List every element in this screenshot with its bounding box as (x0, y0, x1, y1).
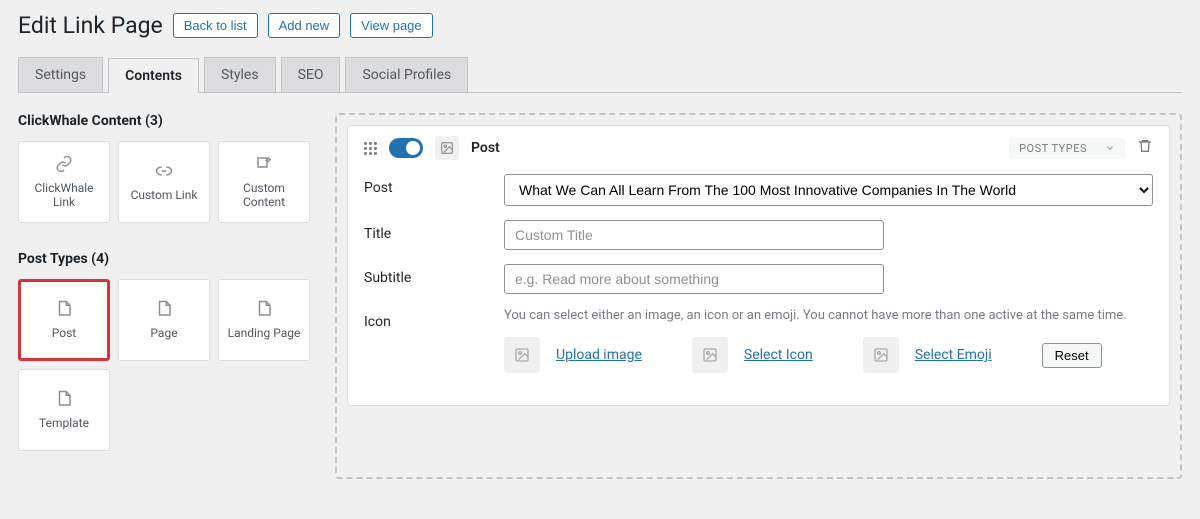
tab-styles[interactable]: Styles (204, 57, 276, 92)
tile-label: Page (150, 326, 177, 340)
view-page-button[interactable]: View page (350, 13, 432, 38)
tile-label: Landing Page (228, 326, 301, 340)
delete-button[interactable] (1137, 138, 1153, 158)
tile-landing-page[interactable]: Landing Page (218, 279, 310, 361)
image-icon (702, 347, 718, 363)
icon-help-text: You can select either an image, an icon … (504, 308, 1153, 323)
tile-page[interactable]: Page (118, 279, 210, 361)
file-icon (55, 390, 73, 408)
tab-seo[interactable]: SEO (281, 57, 341, 92)
file-icon (55, 300, 73, 318)
tile-label: Template (39, 416, 89, 430)
label-subtitle: Subtitle (364, 264, 504, 286)
chevron-down-icon (1105, 143, 1115, 153)
tile-post[interactable]: Post (18, 279, 110, 361)
trash-icon (1137, 138, 1153, 154)
dropdown-label: POST TYPES (1019, 142, 1087, 155)
group-title-post-types: Post Types (4) (18, 251, 313, 267)
select-icon-link[interactable]: Select Icon (744, 347, 813, 363)
tab-social-profiles[interactable]: Social Profiles (345, 57, 468, 92)
content-dropzone[interactable]: Post POST TYPES Post What We Can All Lea… (335, 113, 1182, 479)
tab-settings[interactable]: Settings (18, 57, 103, 92)
tab-bar: Settings Contents Styles SEO Social Prof… (18, 57, 1182, 93)
title-input[interactable] (504, 220, 884, 250)
group-title-clickwhale: ClickWhale Content (3) (18, 113, 313, 129)
emoji-thumb-placeholder (863, 337, 899, 373)
file-icon (255, 300, 273, 318)
tile-label: Custom Link (131, 188, 198, 202)
post-types-dropdown[interactable]: POST TYPES (1009, 138, 1125, 159)
link-icon (155, 162, 173, 180)
tile-label: Post (52, 326, 76, 340)
content-card-post: Post POST TYPES Post What We Can All Lea… (347, 125, 1170, 406)
edit-icon (255, 155, 273, 173)
image-icon (873, 347, 889, 363)
tile-label: Custom Content (223, 181, 305, 209)
label-icon: Icon (364, 308, 504, 330)
label-post: Post (364, 174, 504, 196)
tile-template[interactable]: Template (18, 369, 110, 451)
select-emoji-link[interactable]: Select Emoji (915, 347, 992, 363)
tile-custom-link[interactable]: Custom Link (118, 141, 210, 223)
image-placeholder-icon (435, 136, 459, 160)
drag-handle-icon[interactable] (364, 142, 377, 155)
card-type-label: Post (471, 140, 500, 156)
icon-thumb-placeholder (692, 337, 728, 373)
sidebar: ClickWhale Content (3) ClickWhale Link C… (18, 113, 313, 479)
tile-clickwhale-link[interactable]: ClickWhale Link (18, 141, 110, 223)
subtitle-input[interactable] (504, 264, 884, 294)
image-icon (514, 347, 530, 363)
reset-button[interactable]: Reset (1042, 343, 1102, 368)
label-title: Title (364, 220, 504, 242)
back-to-list-button[interactable]: Back to list (173, 13, 258, 38)
file-icon (155, 300, 173, 318)
tile-label: ClickWhale Link (23, 181, 105, 209)
image-thumb-placeholder (504, 337, 540, 373)
chain-link-icon (55, 155, 73, 173)
add-new-button[interactable]: Add new (268, 13, 341, 38)
tab-contents[interactable]: Contents (108, 58, 199, 93)
enable-toggle[interactable] (389, 138, 423, 158)
tile-custom-content[interactable]: Custom Content (218, 141, 310, 223)
post-select[interactable]: What We Can All Learn From The 100 Most … (504, 174, 1153, 206)
upload-image-link[interactable]: Upload image (556, 347, 642, 363)
page-title: Edit Link Page (18, 12, 163, 39)
